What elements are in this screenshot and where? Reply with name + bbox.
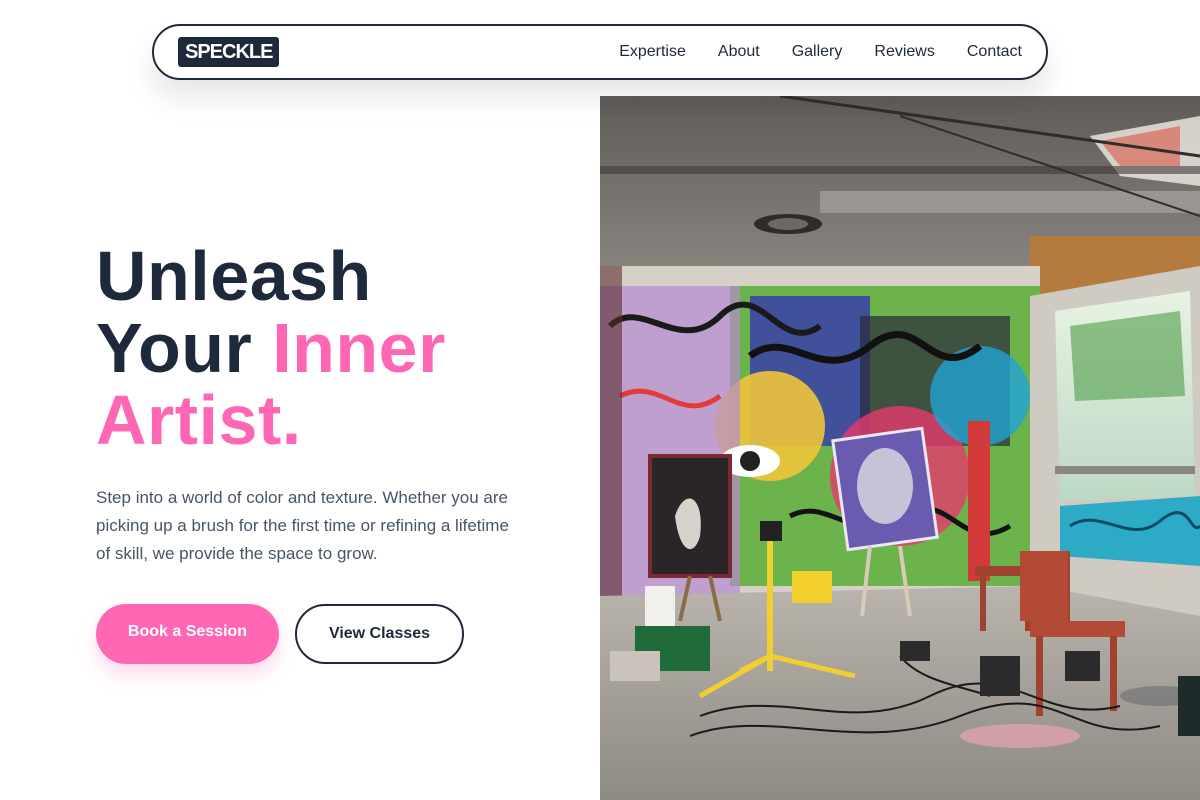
headline-line-2-plain: Your bbox=[96, 309, 273, 387]
nav-link-reviews[interactable]: Reviews bbox=[874, 43, 934, 61]
nav-link-gallery[interactable]: Gallery bbox=[792, 43, 843, 61]
nav-link-contact[interactable]: Contact bbox=[967, 43, 1022, 61]
nav-link-expertise[interactable]: Expertise bbox=[619, 43, 686, 61]
nav-links: Expertise About Gallery Reviews Contact bbox=[619, 43, 1022, 61]
hero-description: Step into a world of color and texture. … bbox=[96, 488, 509, 563]
graffiti-studio-illustration bbox=[600, 96, 1200, 800]
headline-line-2-accent: Inner bbox=[272, 309, 446, 387]
hero-content: Unleash Your Inner Artist. Step into a w… bbox=[96, 240, 556, 664]
brand-logo[interactable]: SPECKLE bbox=[178, 37, 280, 67]
headline-line-1: Unleash bbox=[96, 237, 372, 315]
hero-actions: Book a Session View Classes bbox=[96, 604, 556, 664]
headline-line-3-accent: Artist. bbox=[96, 381, 302, 459]
top-navigation: SPECKLE Expertise About Gallery Reviews … bbox=[152, 24, 1048, 80]
hero-headline: Unleash Your Inner Artist. bbox=[96, 240, 556, 456]
studio-photo bbox=[600, 96, 1200, 800]
nav-link-about[interactable]: About bbox=[718, 43, 760, 61]
view-classes-button[interactable]: View Classes bbox=[295, 604, 464, 664]
book-session-button[interactable]: Book a Session bbox=[96, 604, 279, 664]
